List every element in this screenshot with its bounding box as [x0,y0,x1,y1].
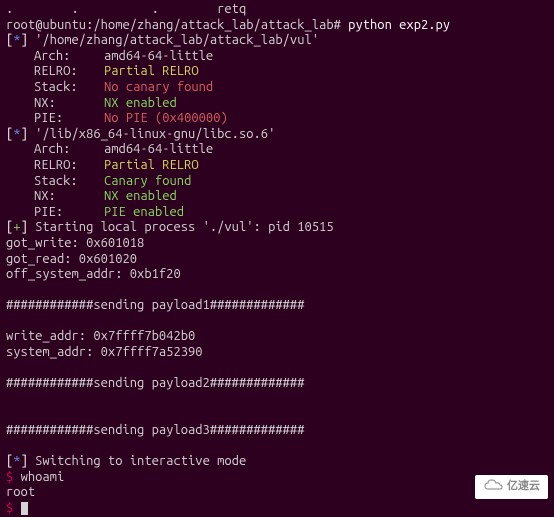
checksec-file1-header: [*] '/home/zhang/attack_lab/attack_lab/v… [6,33,548,49]
arch-row: Arch:amd64-64-little [6,49,548,65]
write-addr-line: write_addr: 0x7ffff7b042b0 [6,329,548,345]
pie-row: PIE:PIE enabled [6,205,548,221]
payload1-line: ############sending payload1############… [6,298,548,314]
payload3-line: ############sending payload3############… [6,423,548,439]
relro-label: RELRO: [34,158,104,174]
cursor-icon [21,502,28,515]
arch-row: Arch:amd64-64-little [6,142,548,158]
blank-line [6,407,548,423]
blank-line [6,361,548,377]
file1-path: '/home/zhang/attack_lab/attack_lab/vul' [35,33,319,47]
arch-label: Arch: [34,49,104,65]
stack-value: No canary found [104,80,213,94]
nx-label: NX: [34,189,104,205]
relro-row: RELRO:Partial RELRO [6,158,548,174]
arch-value: amd64-64-little [104,142,213,156]
off-system-line: off_system_addr: 0xb1f20 [6,267,548,283]
pie-row: PIE:No PIE (0x400000) [6,111,548,127]
dollar-prompt: $ [6,501,21,515]
shell-prompt: root@ubuntu:/home/zhang/attack_lab/attac… [6,18,348,32]
stack-row: Stack:No canary found [6,80,548,96]
stack-label: Stack: [34,174,104,190]
pie-value: PIE enabled [104,205,184,219]
relro-label: RELRO: [34,64,104,80]
stack-value: Canary found [104,174,191,188]
relro-value: Partial RELRO [104,158,199,172]
whoami-command: whoami [21,470,65,484]
truncated-line: . . . retq [6,2,548,18]
shell-whoami-line[interactable]: $ whoami [6,470,548,486]
prompt-line[interactable]: root@ubuntu:/home/zhang/attack_lab/attac… [6,18,548,34]
whoami-output: root [6,485,548,501]
bracket-close: ] [21,454,36,468]
command-text: python exp2.py [348,18,450,32]
nx-row: NX:NX enabled [6,96,548,112]
switching-text: Switching to interactive mode [35,454,246,468]
star-icon: * [13,454,20,468]
cloud-icon [483,479,503,495]
arch-label: Arch: [34,142,104,158]
relro-row: RELRO:Partial RELRO [6,64,548,80]
star-icon: * [13,127,20,141]
watermark-text: 亿速云 [507,480,540,493]
start-proc-text: Starting local process './vul': pid 1051… [35,220,333,234]
nx-value: NX enabled [104,189,177,203]
checksec-file2-header: [*] '/lib/x86_64-linux-gnu/libc.so.6' [6,127,548,143]
arch-value: amd64-64-little [104,49,213,63]
switching-mode-line: [*] Switching to interactive mode [6,454,548,470]
stack-row: Stack:Canary found [6,174,548,190]
bracket-close: ] [21,33,36,47]
blank-line [6,392,548,408]
pie-label: PIE: [34,205,104,221]
blank-line [6,439,548,455]
shell-cursor-line[interactable]: $ [6,501,548,517]
pie-label: PIE: [34,111,104,127]
blank-line [6,314,548,330]
bracket-close: ] [21,220,36,234]
file2-path: '/lib/x86_64-linux-gnu/libc.so.6' [35,127,275,141]
dollar-prompt: $ [6,470,21,484]
payload2-line: ############sending payload2############… [6,376,548,392]
starting-process-line: [+] Starting local process './vul': pid … [6,220,548,236]
nx-label: NX: [34,96,104,112]
got-read-line: got_read: 0x601020 [6,252,548,268]
got-write-line: got_write: 0x601018 [6,236,548,252]
nx-row: NX:NX enabled [6,189,548,205]
nx-value: NX enabled [104,96,177,110]
bracket-close: ] [21,127,36,141]
star-icon: * [13,33,20,47]
system-addr-line: system_addr: 0x7ffff7a52390 [6,345,548,361]
stack-label: Stack: [34,80,104,96]
pie-value: No PIE (0x400000) [104,111,228,125]
relro-value: Partial RELRO [104,64,199,78]
blank-line [6,283,548,299]
watermark-badge: 亿速云 [475,475,548,499]
plus-icon: + [13,220,20,234]
